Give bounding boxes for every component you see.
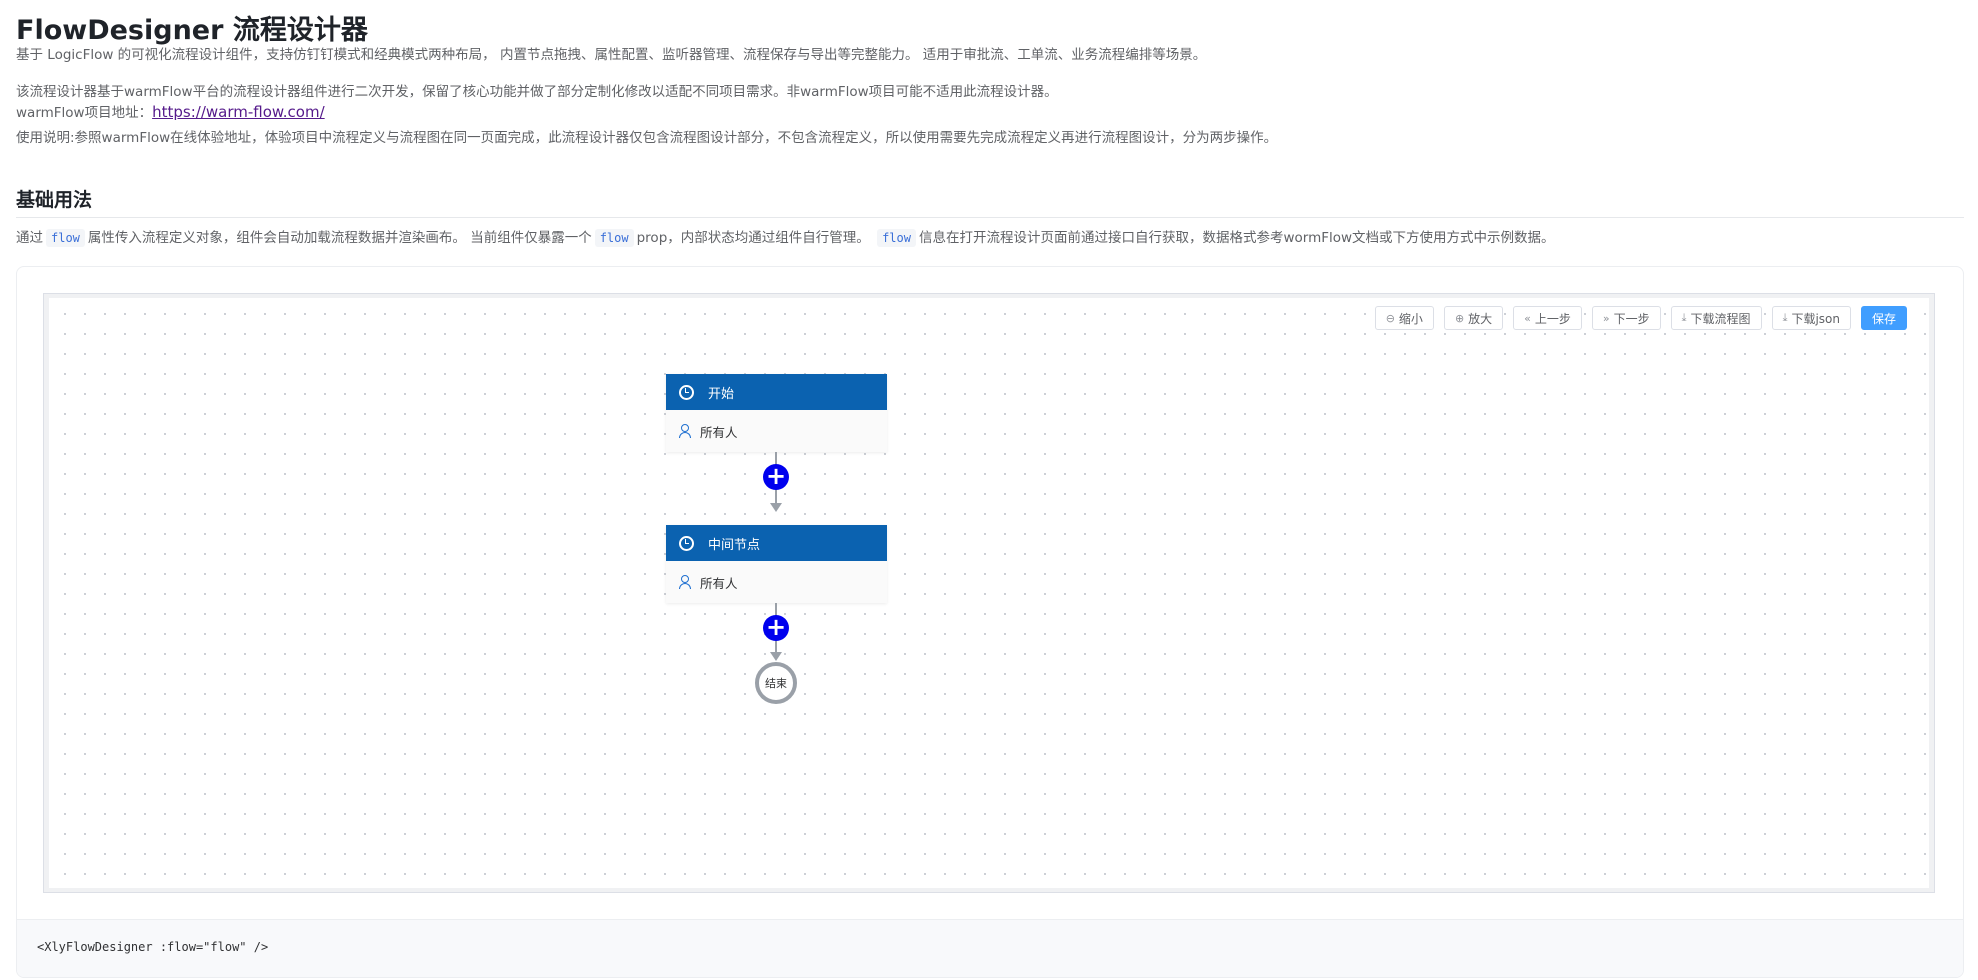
code-example-panel: <XlyFlowDesigner :flow="flow" /> (17, 919, 1963, 977)
clock-icon (679, 535, 694, 551)
description-line-1: 基于 LogicFlow 的可视化流程设计组件，支持仿钉钉模式和经典模式两种布局… (16, 47, 1207, 63)
redo-button[interactable]: » 下一步 (1591, 306, 1661, 330)
redo-label: 下一步 (1613, 311, 1650, 326)
designer-toolbar: ⊖ 缩小 ⊕ 放大 «上一步 » 下一步 ⤓ 下载流程图 ⤓ 下载json 保存 (1374, 306, 1907, 330)
usage-text: 属性传入流程定义对象，组件会自动加载流程数据并渲染画布。 当前组件仅暴露一个 (87, 230, 592, 246)
usage-text: 通过 (16, 230, 43, 246)
demo-card: ⊖ 缩小 ⊕ 放大 «上一步 » 下一步 ⤓ 下载流程图 ⤓ 下载json 保存 开始 所… (16, 266, 1964, 978)
user-icon (679, 424, 691, 438)
start-node-body: 所有人 (666, 410, 887, 452)
download-json-button[interactable]: ⤓ 下载json (1771, 306, 1851, 330)
download-image-label: 下载流程图 (1690, 311, 1751, 326)
arrow-head (770, 503, 782, 512)
inline-code: flow (877, 229, 916, 247)
project-address-label: warmFlow项目地址： (16, 105, 153, 121)
usage-description: 通过 flow 属性传入流程定义对象，组件会自动加载流程数据并渲染画布。 当前组件仅… (16, 227, 1555, 249)
project-address: warmFlow项目地址：https://warm-flow.com/ (16, 101, 325, 121)
section-divider (16, 217, 1964, 218)
user-icon (679, 575, 691, 589)
section-title: 基础用法 (16, 189, 93, 211)
download-image-button[interactable]: ⤓ 下载流程图 (1670, 306, 1762, 330)
undo-button[interactable]: «上一步 (1513, 306, 1582, 330)
clock-icon (679, 384, 694, 400)
inline-code: flow (46, 229, 85, 247)
usage-text: 信息在打开流程设计页面前通过接口自行获取，数据格式参考wormFlow文档或下方… (918, 230, 1555, 246)
zoom-in-label: 放大 (1468, 311, 1493, 326)
add-node-button[interactable]: + (763, 615, 789, 641)
flow-designer: ⊖ 缩小 ⊕ 放大 «上一步 » 下一步 ⤓ 下载流程图 ⤓ 下载json 保存 开始 所… (43, 293, 1935, 893)
undo-label: 上一步 (1534, 311, 1571, 326)
arrow-head (770, 652, 782, 661)
double-chevron-right-icon: » (1602, 311, 1610, 325)
double-chevron-left-icon: « (1524, 311, 1531, 325)
project-link[interactable]: https://warm-flow.com/ (152, 103, 325, 121)
start-node-assignee: 所有人 (700, 424, 738, 440)
end-node[interactable]: 结束 (755, 662, 797, 704)
zoom-out-button[interactable]: ⊖ 缩小 (1374, 306, 1434, 330)
flow-canvas[interactable]: ⊖ 缩小 ⊕ 放大 «上一步 » 下一步 ⤓ 下载流程图 ⤓ 下载json 保存 开始 所… (49, 298, 1929, 888)
page-title: FlowDesigner 流程设计器 (16, 15, 368, 46)
middle-node-body: 所有人 (666, 561, 887, 603)
middle-node-title: 中间节点 (708, 537, 761, 553)
zoom-out-icon: ⊖ (1385, 311, 1395, 325)
middle-node-assignee: 所有人 (700, 575, 738, 591)
zoom-out-label: 缩小 (1398, 311, 1423, 326)
inline-code: flow (594, 229, 634, 247)
download-icon: ⤓ (1782, 311, 1788, 324)
middle-node-header: 中间节点 (666, 525, 887, 561)
start-node[interactable]: 开始 所有人 (666, 374, 887, 452)
middle-node[interactable]: 中间节点 所有人 (666, 525, 887, 603)
zoom-in-button[interactable]: ⊕ 放大 (1443, 306, 1504, 330)
start-node-header: 开始 (666, 374, 887, 410)
save-button[interactable]: 保存 (1860, 306, 1907, 330)
download-icon: ⤓ (1681, 311, 1687, 324)
usage-text: prop，内部状态均通过组件自行管理。 (636, 230, 870, 246)
add-node-button[interactable]: + (763, 464, 789, 490)
download-json-label: 下载json (1791, 311, 1840, 326)
description-line-2: 该流程设计器基于warmFlow平台的流程设计器组件进行二次开发，保留了核心功能… (16, 84, 1058, 100)
start-node-title: 开始 (708, 386, 735, 402)
zoom-in-icon: ⊕ (1454, 311, 1465, 325)
usage-note: 使用说明:参照warmFlow在线体验地址，体验项目中流程定义与流程图在同一页面… (16, 130, 1278, 146)
code-example: <XlyFlowDesigner :flow="flow" /> (37, 940, 269, 954)
